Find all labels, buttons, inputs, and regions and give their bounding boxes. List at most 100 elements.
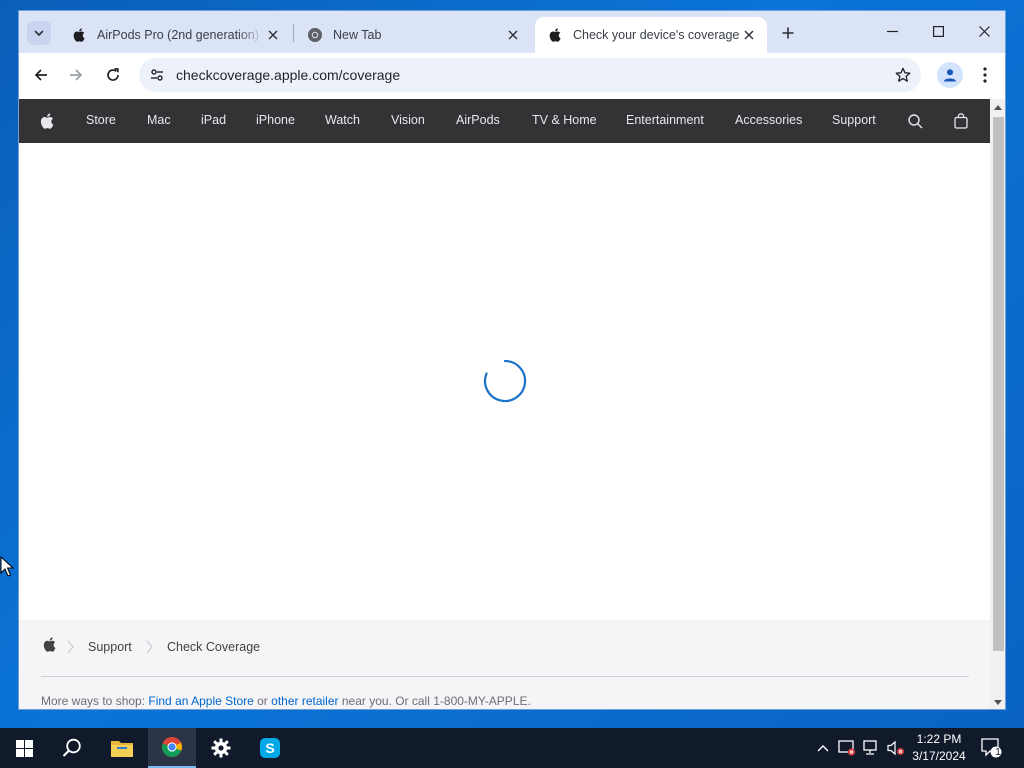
arrow-left-icon [34, 69, 47, 81]
settings-taskbar-button[interactable] [197, 728, 245, 768]
other-retailer-link[interactable]: other retailer [271, 694, 338, 708]
tab-title: New Tab [333, 28, 382, 42]
search-icon [62, 738, 81, 757]
person-icon [944, 69, 956, 82]
reload-icon [107, 68, 119, 81]
site-info-button[interactable] [145, 63, 169, 87]
network-tray-icon[interactable] [862, 738, 882, 758]
nav-ipad[interactable]: iPad [201, 113, 226, 127]
nav-airpods[interactable]: AirPods [456, 113, 500, 127]
find-apple-store-link[interactable]: Find an Apple Store [148, 694, 253, 708]
nav-store[interactable]: Store [86, 113, 116, 127]
windows-start-icon [15, 739, 33, 757]
nav-search-button[interactable] [905, 111, 925, 131]
tune-icon [151, 69, 163, 81]
close-tab-button[interactable] [503, 25, 523, 45]
mouse-cursor-icon [0, 556, 14, 577]
volume-muted-icon [887, 740, 904, 756]
maximize-button[interactable] [915, 11, 961, 51]
close-icon [508, 30, 518, 40]
nav-support[interactable]: Support [832, 113, 876, 127]
nav-tv-home[interactable]: TV & Home [532, 113, 597, 127]
scrollbar-thumb[interactable] [993, 117, 1004, 651]
forward-button[interactable] [62, 61, 90, 89]
chevron-up-icon [817, 745, 829, 752]
chevron-down-icon [34, 30, 44, 36]
profile-button[interactable] [937, 62, 963, 88]
close-tab-button[interactable] [739, 25, 759, 45]
browser-toolbar: checkcoverage.apple.com/coverage [19, 53, 1005, 99]
page-scrollbar[interactable] [990, 99, 1005, 709]
file-explorer-button[interactable] [98, 728, 146, 768]
nav-vision[interactable]: Vision [391, 113, 425, 127]
chrome-window: AirPods Pro (2nd generation) wi New Tab … [18, 10, 1006, 710]
chevron-right-icon [67, 640, 74, 654]
taskbar-clock[interactable]: 1:22 PM 3/17/2024 [905, 731, 973, 765]
tab-check-coverage[interactable]: Check your device's coverage [535, 17, 767, 53]
defender-warning-icon [838, 740, 856, 756]
web-page: Store Mac iPad iPhone Watch Vision AirPo… [19, 99, 990, 709]
chrome-taskbar-button[interactable] [148, 728, 196, 768]
apple-icon [43, 636, 55, 652]
tab-separator [293, 24, 294, 42]
shopping-bag-icon [954, 113, 968, 129]
more-vert-icon [983, 67, 987, 83]
close-window-button[interactable] [961, 11, 1005, 51]
network-icon [863, 740, 877, 755]
arrow-right-icon [70, 69, 83, 81]
page-footer: Support Check Coverage More ways to shop… [19, 620, 990, 709]
apple-logo-link[interactable] [37, 111, 57, 131]
nav-mac[interactable]: Mac [147, 113, 171, 127]
reload-button[interactable] [99, 61, 127, 89]
minimize-icon [886, 30, 898, 32]
notification-count: 1 [995, 747, 1001, 758]
skype-taskbar-button[interactable]: S [246, 728, 294, 768]
settings-gear-icon [211, 738, 231, 758]
tab-new-tab[interactable]: New Tab [295, 17, 531, 53]
apple-icon [71, 27, 87, 43]
back-button[interactable] [27, 61, 55, 89]
browser-menu-button[interactable] [973, 62, 997, 88]
maximize-icon [932, 25, 944, 37]
close-icon [268, 30, 278, 40]
show-hidden-icons-button[interactable] [813, 738, 833, 758]
folder-icon [111, 741, 133, 757]
close-icon [744, 30, 754, 40]
close-tab-button[interactable] [263, 25, 283, 45]
nav-watch[interactable]: Watch [325, 113, 360, 127]
breadcrumb-apple-link[interactable] [39, 634, 59, 654]
more-ways-prefix: More ways to shop: [41, 694, 149, 708]
tab-airpods[interactable]: AirPods Pro (2nd generation) wi [59, 17, 291, 53]
scroll-up-arrow[interactable] [994, 105, 1002, 110]
minimize-button[interactable] [869, 11, 915, 51]
more-ways-suffix: near you. Or call 1-800-MY-APPLE. [338, 694, 531, 708]
taskbar: S 1:22 PM 3/17/2024 1 [0, 728, 1024, 768]
tab-search-button[interactable] [27, 21, 51, 45]
security-tray-icon[interactable] [837, 738, 857, 758]
tab-title: AirPods Pro (2nd generation) wi [97, 28, 263, 42]
taskbar-search-button[interactable] [48, 728, 96, 768]
volume-tray-icon[interactable] [886, 738, 906, 758]
bookmark-button[interactable] [891, 63, 915, 87]
star-icon [895, 67, 911, 82]
nav-entertainment[interactable]: Entertainment [626, 113, 704, 127]
more-ways-to-shop: More ways to shop: Find an Apple Store o… [41, 694, 531, 708]
notification-center-button[interactable]: 1 [980, 736, 1004, 760]
new-tab-button[interactable] [776, 21, 800, 45]
apple-global-nav: Store Mac iPad iPhone Watch Vision AirPo… [19, 99, 990, 143]
nav-bag-button[interactable] [951, 111, 971, 131]
address-bar[interactable]: checkcoverage.apple.com/coverage [139, 58, 921, 92]
start-button[interactable] [0, 728, 48, 768]
breadcrumb-support[interactable]: Support [88, 640, 132, 654]
plus-icon [782, 27, 794, 39]
or-text: or [253, 694, 272, 708]
apple-icon [547, 27, 563, 43]
url-text: checkcoverage.apple.com/coverage [176, 67, 401, 83]
loading-spinner [483, 359, 527, 403]
chevron-right-icon [146, 640, 153, 654]
tab-title: Check your device's coverage [573, 28, 739, 42]
nav-iphone[interactable]: iPhone [256, 113, 295, 127]
scroll-down-arrow[interactable] [994, 700, 1002, 705]
nav-accessories[interactable]: Accessories [735, 113, 802, 127]
clock-date: 3/17/2024 [912, 749, 966, 763]
